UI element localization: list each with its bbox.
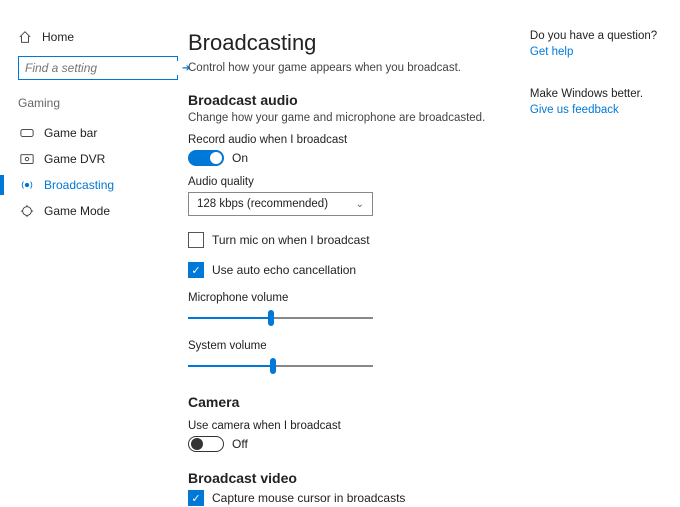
audio-quality-select[interactable]: 128 kbps (recommended) ⌄ [188,192,373,216]
checkbox-checked-icon: ✓ [188,490,204,506]
mic-on-label: Turn mic on when I broadcast [212,233,370,247]
capture-cursor-checkbox[interactable]: ✓ Capture mouse cursor in broadcasts [188,490,490,506]
page-title: Broadcasting [188,30,490,56]
use-camera-label: Use camera when I broadcast [188,420,490,432]
echo-cancel-label: Use auto echo cancellation [212,263,356,277]
use-camera-state: Off [232,437,248,451]
dvr-icon [20,152,34,166]
camera-heading: Camera [188,394,490,410]
audio-quality-label: Audio quality [188,176,490,188]
gamemode-icon [20,204,34,218]
home-icon [18,30,32,44]
search-input[interactable]: ➔ [18,56,178,80]
record-audio-state: On [232,151,248,165]
nav-label: Game bar [44,126,97,140]
search-field[interactable] [25,61,182,75]
home-link[interactable]: Home [18,30,188,44]
use-camera-toggle[interactable] [188,436,224,452]
broadcast-audio-heading: Broadcast audio [188,92,490,108]
sidebar-item-game-mode[interactable]: Game Mode [18,198,188,224]
page-subtitle: Control how your game appears when you b… [188,62,490,74]
gamebar-icon [20,126,34,140]
sidebar-item-game-bar[interactable]: Game bar [18,120,188,146]
get-help-link[interactable]: Get help [530,46,662,58]
nav-label: Game Mode [44,204,110,218]
checkbox-checked-icon: ✓ [188,262,204,278]
broadcast-video-heading: Broadcast video [188,470,490,486]
checkbox-unchecked-icon [188,232,204,248]
give-feedback-link[interactable]: Give us feedback [530,104,662,116]
mic-volume-label: Microphone volume [188,292,490,304]
help-question: Do you have a question? [530,30,662,42]
nav-label: Broadcasting [44,178,114,192]
sidebar: Home ➔ Gaming Game bar Game DVR Broadcas… [18,30,188,507]
system-volume-slider[interactable] [188,356,373,376]
chevron-down-icon: ⌄ [356,199,364,210]
broadcast-audio-desc: Change how your game and microphone are … [188,112,490,124]
system-volume-label: System volume [188,340,490,352]
sidebar-category: Gaming [18,96,188,110]
capture-cursor-label: Capture mouse cursor in broadcasts [212,491,405,505]
echo-cancel-checkbox[interactable]: ✓ Use auto echo cancellation [188,262,490,278]
audio-quality-value: 128 kbps (recommended) [197,198,328,210]
broadcast-icon [20,178,34,192]
right-column: Do you have a question? Get help Make Wi… [530,30,662,507]
mic-on-checkbox[interactable]: Turn mic on when I broadcast [188,232,490,248]
mic-volume-slider[interactable] [188,308,373,328]
main-content: Broadcasting Control how your game appea… [188,30,490,507]
sidebar-item-game-dvr[interactable]: Game DVR [18,146,188,172]
feedback-heading: Make Windows better. [530,88,662,100]
home-label: Home [42,30,74,44]
nav-label: Game DVR [44,152,105,166]
record-audio-toggle[interactable] [188,150,224,166]
sidebar-item-broadcasting[interactable]: Broadcasting [18,172,188,198]
record-audio-label: Record audio when I broadcast [188,134,490,146]
